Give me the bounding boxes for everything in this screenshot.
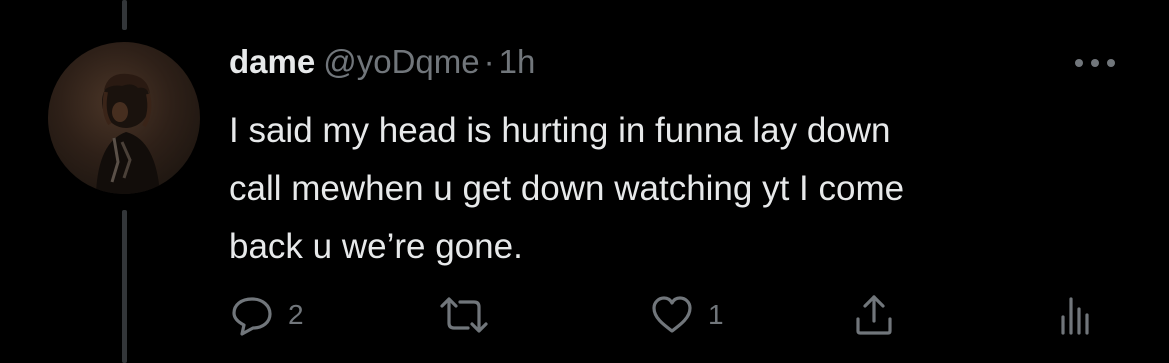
timestamp[interactable]: 1h	[499, 43, 536, 80]
user-handle[interactable]: @yoDqme	[323, 43, 479, 80]
reply-count: 2	[288, 299, 304, 330]
retweet-button[interactable]	[438, 292, 504, 338]
analytics-bars-icon	[1061, 297, 1089, 335]
thread-line-bottom	[122, 210, 127, 363]
like-button[interactable]: 1	[650, 292, 724, 338]
more-horizontal-icon[interactable]	[1072, 50, 1118, 76]
action-bar: 2 1	[0, 292, 1169, 338]
avatar-image	[96, 73, 160, 194]
tweet-text: I said my head is hurting in funna lay d…	[229, 111, 905, 266]
thread-line-top	[122, 0, 127, 30]
heart-icon	[652, 296, 692, 333]
display-name[interactable]: dame	[229, 43, 315, 80]
reply-bubble-icon	[232, 297, 272, 336]
share-upload-icon	[856, 295, 892, 335]
tweet-header: dame @yoDqme · 1h	[229, 40, 535, 84]
reply-button[interactable]: 2	[230, 292, 304, 338]
analytics-button[interactable]	[1055, 292, 1095, 338]
share-button[interactable]	[852, 292, 896, 338]
like-count: 1	[708, 299, 724, 330]
retweet-arrows-icon	[440, 297, 488, 333]
avatar[interactable]	[48, 42, 200, 194]
separator-dot: ·	[483, 43, 495, 80]
